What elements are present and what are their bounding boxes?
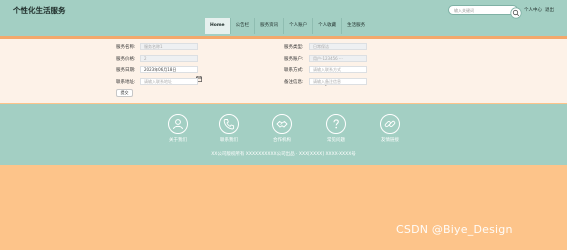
nav-item-news[interactable]: 服务资讯 <box>254 18 283 34</box>
logout-link[interactable]: 退出 <box>545 7 554 13</box>
site-header: 个性化生活服务 输入关键词 个人中心 退出 Home 公告栏 服务资讯 个人账户… <box>0 0 567 36</box>
question-icon[interactable] <box>326 114 346 134</box>
service-price-field[interactable]: 2 <box>140 55 198 62</box>
service-date-label: 服务日期: <box>116 68 136 73</box>
contact-address-field[interactable]: 请输入联系地址 <box>140 78 198 85</box>
copyright-text: XX公司版权所有 XXXXXXXXXX公司出品 · XXX[XXXX] XXXX… <box>211 152 356 157</box>
contact-address-label: 联系地址: <box>116 80 136 85</box>
about-icon[interactable] <box>168 114 188 134</box>
link-icon[interactable] <box>380 114 400 134</box>
remark-label: 备注信息: <box>284 80 304 85</box>
nav-item-favorites[interactable]: 个人收藏 <box>312 18 341 34</box>
contact-method-field[interactable]: 请输入联系方式 <box>309 66 367 73</box>
service-account-field[interactable]: 用户-123456 ··· <box>309 55 367 62</box>
footer-link-partners[interactable]: 合作机构 <box>262 137 302 143</box>
site-footer: 关于我们 联系我们 合作机构 常见问题 友情链接 XX公司版权所有 XXXXXX… <box>0 104 567 165</box>
mouse-cursor-icon <box>323 71 328 86</box>
watermark-text: CSDN @Biye_Design <box>396 223 513 236</box>
handshake-icon[interactable] <box>272 114 292 134</box>
footer-link-about[interactable]: 关于我们 <box>158 137 198 143</box>
service-price-label: 服务价格: <box>116 57 136 62</box>
service-account-label: 服务账户: <box>284 57 304 62</box>
service-name-field[interactable]: 服务名称1 <box>140 43 198 50</box>
service-name-label: 服务名称: <box>116 45 136 50</box>
contact-method-label: 联系方式: <box>284 68 304 73</box>
footer-link-faq[interactable]: 常见问题 <box>316 137 356 143</box>
main-nav: Home 公告栏 服务资讯 个人账户 个人收藏 生活服务 <box>205 18 370 34</box>
search-input[interactable]: 输入关键词 <box>448 5 518 15</box>
footer-link-friends[interactable]: 友情链接 <box>370 137 410 143</box>
calendar-icon[interactable] <box>196 67 202 82</box>
footer-link-contact[interactable]: 联系我们 <box>209 137 249 143</box>
service-type-field[interactable]: 日常保洁 <box>309 43 367 50</box>
nav-item-account[interactable]: 个人账户 <box>283 18 312 34</box>
user-center-link[interactable]: 个人中心 <box>524 7 542 13</box>
nav-item-home[interactable]: Home <box>205 18 230 34</box>
search-icon[interactable] <box>510 4 522 19</box>
submit-button[interactable]: 提交 <box>116 89 133 97</box>
phone-icon[interactable] <box>219 114 239 134</box>
nav-item-services[interactable]: 生活服务 <box>341 18 370 34</box>
site-logo[interactable]: 个性化生活服务 <box>13 5 66 16</box>
remark-field[interactable]: 请输入备注信息 <box>309 78 367 85</box>
service-date-field[interactable]: 2023年06月18日 <box>140 66 198 73</box>
nav-item-notices[interactable]: 公告栏 <box>229 18 255 34</box>
service-type-label: 服务类型: <box>284 45 304 50</box>
